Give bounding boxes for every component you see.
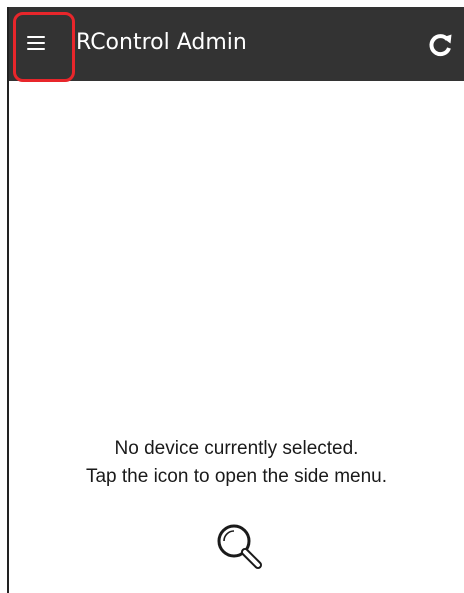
app-bar: RControl Admin (9, 7, 464, 82)
app-title: RControl Admin (76, 30, 247, 55)
refresh-button[interactable] (426, 31, 454, 59)
menu-button[interactable] (27, 33, 47, 55)
hamburger-menu-icon (27, 36, 45, 38)
screen-border (7, 7, 9, 593)
empty-state-line-2: Tap the icon to open the side menu. (85, 466, 388, 487)
search-icon (212, 519, 268, 575)
empty-state-message: No device currently selected. Tap the ic… (9, 435, 464, 491)
refresh-icon (429, 34, 452, 57)
empty-state-line-1: No device currently selected. (114, 438, 359, 459)
